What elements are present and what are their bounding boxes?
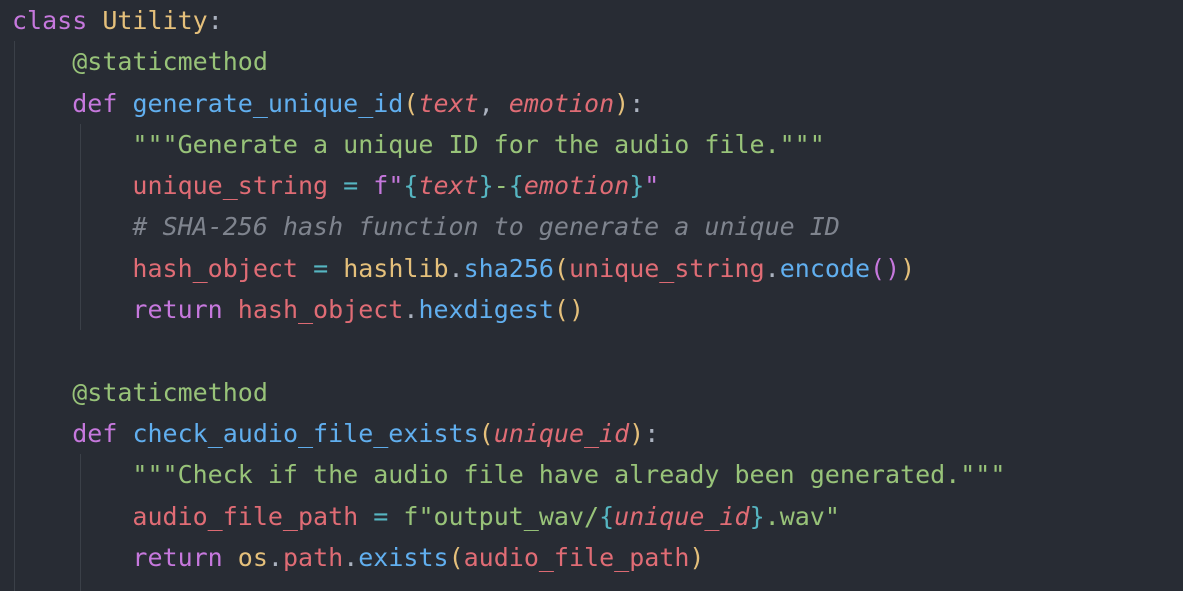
string: .wav" (764, 501, 840, 531)
brace: { (508, 171, 524, 201)
paren: () (553, 295, 585, 325)
brace: { (599, 501, 615, 531)
variable: hash_object (237, 295, 404, 325)
docstring: """Check if the audio file have already … (132, 460, 1006, 490)
variable: unique_string (568, 253, 765, 283)
parameter: text (418, 88, 479, 118)
punctuation: : (629, 88, 645, 118)
keyword: return (132, 542, 223, 572)
code-line-1: class Utility: (0, 0, 1183, 41)
paren: ( (478, 418, 494, 448)
code-line-10: @staticmethod (0, 372, 1183, 413)
variable: unique_string (132, 171, 329, 201)
parameter: unique_id (614, 501, 750, 531)
module: hashlib (343, 253, 449, 283)
code-line-6: # SHA-256 hash function to generate a un… (0, 206, 1183, 247)
punctuation: , (478, 88, 494, 118)
operator: = (343, 171, 359, 201)
code-editor[interactable]: class Utility: @staticmethod def generat… (0, 0, 1183, 591)
paren: ( (403, 88, 419, 118)
brace: } (629, 171, 645, 201)
paren: ) (614, 88, 630, 118)
keyword: class (12, 6, 88, 35)
string: - (493, 171, 509, 201)
punctuation: . (403, 295, 419, 325)
docstring: """Generate a unique ID for the audio fi… (132, 129, 825, 159)
paren: ( (553, 253, 569, 283)
parameter: unique_id (493, 418, 630, 448)
string-prefix: f" (373, 171, 404, 201)
code-line-5: unique_string = f"{text}-{emotion}" (0, 165, 1183, 206)
paren: ) (689, 542, 705, 572)
operator: = (313, 253, 329, 283)
code-line-7: hash_object = hashlib.sha256(unique_stri… (0, 248, 1183, 289)
punctuation: . (267, 542, 283, 572)
module: os (237, 542, 268, 572)
punctuation: . (448, 253, 464, 283)
parameter: emotion (523, 171, 630, 201)
paren: ) (629, 418, 645, 448)
punctuation: : (207, 6, 223, 35)
punctuation: . (343, 542, 359, 572)
attribute: path (282, 542, 344, 572)
paren: ( (448, 542, 464, 572)
function-name: check_audio_file_exists (132, 418, 479, 448)
function-call: sha256 (463, 253, 554, 283)
keyword: def (72, 88, 118, 118)
code-line-14: return os.path.exists(audio_file_path) (0, 537, 1183, 578)
code-line-11: def check_audio_file_exists(unique_id): (0, 413, 1183, 454)
decorator: @staticmethod (72, 377, 268, 407)
function-call: exists (358, 542, 449, 572)
brace: } (749, 501, 765, 531)
comment: # SHA-256 hash function to generate a un… (132, 212, 840, 242)
code-line-8: return hash_object.hexdigest() (0, 289, 1183, 330)
function-call: hexdigest (418, 295, 554, 325)
variable: audio_file_path (132, 501, 359, 531)
class-name: Utility (102, 6, 208, 35)
code-line-12: """Check if the audio file have already … (0, 454, 1183, 495)
punctuation: : (644, 418, 660, 448)
code-line-2: @staticmethod (0, 41, 1183, 82)
keyword: return (132, 295, 223, 325)
parameter: text (418, 171, 479, 201)
parameter: emotion (508, 88, 615, 118)
variable: hash_object (132, 253, 298, 283)
code-line-3: def generate_unique_id(text, emotion): (0, 83, 1183, 124)
brace: } (478, 171, 494, 201)
function-call: encode (779, 253, 871, 283)
punctuation: . (764, 253, 780, 283)
keyword: def (72, 418, 118, 448)
string-quote: " (644, 171, 660, 201)
decorator: @staticmethod (72, 47, 268, 77)
operator: = (373, 501, 389, 531)
paren: ) (900, 253, 916, 283)
string: f"output_wav/ (403, 501, 600, 531)
code-line-13: audio_file_path = f"output_wav/{unique_i… (0, 496, 1183, 537)
paren: () (870, 253, 901, 283)
variable: audio_file_path (463, 542, 690, 572)
brace: { (403, 171, 419, 201)
function-name: generate_unique_id (132, 88, 404, 118)
code-line-4: """Generate a unique ID for the audio fi… (0, 124, 1183, 165)
